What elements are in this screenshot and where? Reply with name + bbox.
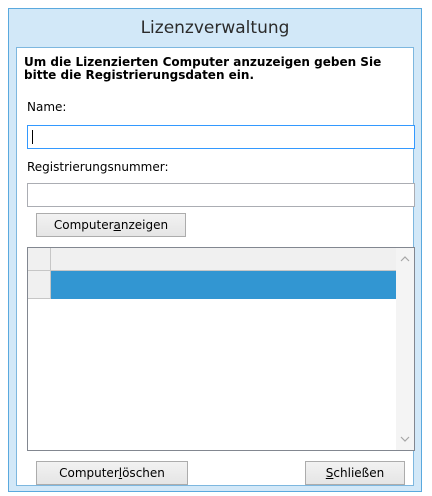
grid-vertical-scrollbar[interactable]	[396, 248, 414, 450]
grid-row-header[interactable]	[28, 271, 51, 299]
show-computers-label-post: nzeigen	[120, 218, 169, 232]
delete-computer-button[interactable]: Computer l öschen	[36, 461, 188, 485]
grid-selected-row[interactable]	[51, 271, 396, 299]
delete-computer-label-post: öschen	[122, 466, 165, 480]
instruction-text: Um die Lizenzierten Computer anzuzeigen …	[24, 55, 382, 82]
show-computers-accel: a	[113, 218, 121, 232]
delete-computer-label-pre: Computer	[59, 466, 119, 480]
computers-grid[interactable]	[27, 247, 415, 451]
grid-corner-header[interactable]	[28, 248, 51, 271]
text-caret	[32, 130, 33, 144]
dialog-client-area: Um die Lizenzierten Computer anzuzeigen …	[16, 47, 415, 486]
close-accel: S	[325, 466, 334, 480]
registration-number-label: Registrierungsnummer:	[27, 160, 169, 174]
close-label-post: chließen	[333, 466, 385, 480]
license-dialog: Lizenzverwaltung Um die Lizenzierten Com…	[8, 8, 422, 492]
name-label: Name:	[27, 100, 67, 114]
name-input[interactable]	[27, 125, 415, 149]
close-button[interactable]: Schließen	[305, 461, 405, 485]
chevron-up-icon[interactable]	[396, 250, 414, 268]
chevron-down-icon[interactable]	[396, 430, 414, 448]
grid-column-header[interactable]	[51, 248, 396, 271]
registration-number-input[interactable]	[27, 183, 415, 207]
show-computers-button[interactable]: Computer a nzeigen	[36, 213, 186, 237]
show-computers-label-pre: Computer	[53, 218, 114, 232]
window-title: Lizenzverwaltung	[140, 18, 290, 38]
